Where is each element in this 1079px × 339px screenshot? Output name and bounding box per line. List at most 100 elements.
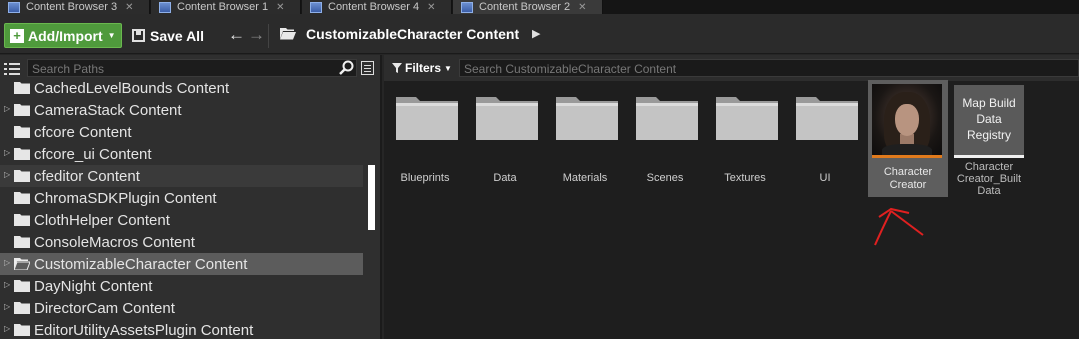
- expand-arrow-icon[interactable]: ▷: [4, 280, 10, 289]
- save-icon: [132, 29, 145, 42]
- tree-item-cfeditor[interactable]: ▷ cfeditor Content: [0, 165, 363, 187]
- folder-label: Data: [493, 172, 517, 184]
- folder-icon: [14, 192, 30, 204]
- search-assets-input[interactable]: [460, 61, 1078, 77]
- folder-label: Materials: [562, 172, 608, 184]
- folder-open-icon: [280, 28, 296, 40]
- tree-item-consolemacros[interactable]: ConsoleMacros Content: [0, 231, 363, 253]
- folder-icon: [396, 97, 458, 140]
- content-browser-icon: [310, 1, 322, 13]
- filters-button[interactable]: Filters ▼: [392, 61, 452, 75]
- search-paths-field[interactable]: [27, 59, 357, 77]
- filters-label: Filters: [405, 61, 442, 75]
- tree-item-label: ConsoleMacros Content: [34, 233, 195, 251]
- expand-arrow-icon[interactable]: ▷: [4, 104, 10, 113]
- expand-arrow-icon[interactable]: ▷: [4, 258, 10, 267]
- folder-icon: [14, 126, 30, 138]
- tab-content-browser-3[interactable]: Content Browser 3 ✕: [0, 0, 150, 14]
- close-icon[interactable]: ✕: [578, 2, 586, 13]
- tree-item-label: ChromaSDKPlugin Content: [34, 189, 217, 207]
- tree-item-cfcore[interactable]: cfcore Content: [0, 121, 363, 143]
- folder-label: Textures: [724, 172, 766, 184]
- tree-item-cachedlevelbounds[interactable]: CachedLevelBounds Content: [0, 77, 363, 99]
- folder-icon: [14, 280, 30, 292]
- content-browser-icon: [159, 1, 171, 13]
- tree-item-editorutilityassetsplugin[interactable]: ▷ EditorUtilityAssetsPlugin Content: [0, 319, 363, 339]
- tree-item-camerastack[interactable]: ▷ CameraStack Content: [0, 99, 363, 121]
- folder-icon: [636, 97, 698, 140]
- chevron-down-icon: ▼: [107, 31, 116, 40]
- map-build-thumbnail: Map Build Data Registry: [954, 85, 1024, 155]
- portrait-shirt: [882, 144, 932, 155]
- tree-item-chromasdkplugin[interactable]: ChromaSDKPlugin Content: [0, 187, 363, 209]
- folder-tile-textures[interactable]: Textures: [710, 85, 780, 205]
- tree-scrollbar[interactable]: [368, 165, 375, 230]
- asset-type-stripe: [872, 155, 942, 158]
- breadcrumb-path[interactable]: CustomizableCharacter Content: [306, 26, 519, 42]
- sources-toggle-icon[interactable]: [4, 63, 20, 75]
- folder-icon: [14, 214, 30, 226]
- thumbnail-text: Data: [976, 112, 1002, 126]
- folder-tile-materials[interactable]: Materials: [550, 85, 620, 205]
- folder-tree: CachedLevelBounds Content ▷ CameraStack …: [0, 77, 363, 339]
- tab-bar: Content Browser 3 ✕ Content Browser 1 ✕ …: [0, 0, 1079, 14]
- tab-content-browser-1[interactable]: Content Browser 1 ✕: [151, 0, 301, 14]
- folder-icon: [476, 97, 538, 140]
- forward-arrow-icon[interactable]: →: [248, 26, 265, 44]
- folder-tile-ui[interactable]: UI: [790, 85, 860, 205]
- asset-label: Character Creator: [868, 166, 948, 192]
- add-import-button[interactable]: + Add/Import ▼: [4, 23, 122, 48]
- tree-item-label: cfeditor Content: [34, 167, 140, 185]
- asset-tile-character-creator[interactable]: Character Creator: [868, 80, 948, 197]
- asset-label-line: Data: [977, 185, 1001, 197]
- folder-open-icon: [14, 258, 30, 270]
- search-assets-field[interactable]: [459, 59, 1079, 77]
- expand-arrow-icon[interactable]: ▷: [4, 302, 10, 311]
- tree-item-cfcore-ui[interactable]: ▷ cfcore_ui Content: [0, 143, 363, 165]
- tab-content-browser-2[interactable]: Content Browser 2 ✕: [453, 0, 603, 14]
- close-icon[interactable]: ✕: [427, 2, 435, 13]
- folder-label: Blueprints: [400, 172, 450, 184]
- folder-tile-scenes[interactable]: Scenes: [630, 85, 700, 205]
- search-icon[interactable]: [339, 60, 354, 75]
- filters-bar: Filters ▼: [384, 55, 1079, 81]
- folder-tile-data[interactable]: Data: [470, 85, 540, 205]
- folder-icon: [716, 97, 778, 140]
- asset-label-line: Character: [883, 166, 933, 178]
- asset-label-line: Creator_Built: [956, 173, 1022, 185]
- asset-tile-map-build-data[interactable]: Map Build Data Registry Character Creato…: [954, 85, 1024, 205]
- toolbar: + Add/Import ▼ Save All ← → Customizable…: [0, 14, 1079, 54]
- tree-item-label: cfcore_ui Content: [34, 145, 152, 163]
- expand-arrow-icon[interactable]: ▷: [4, 170, 10, 179]
- tab-label: Content Browser 2: [479, 1, 571, 13]
- save-all-label: Save All: [150, 27, 204, 44]
- folder-tile-blueprints[interactable]: Blueprints: [390, 85, 460, 205]
- folder-icon: [556, 97, 618, 140]
- asset-view-panel: Filters ▼ Blueprints Data: [384, 55, 1079, 339]
- tree-item-label: CustomizableCharacter Content: [34, 255, 248, 273]
- tab-label: Content Browser 4: [328, 1, 420, 13]
- folder-icon: [14, 170, 30, 182]
- tab-label: Content Browser 1: [177, 1, 269, 13]
- chevron-right-icon[interactable]: ▶: [532, 27, 540, 40]
- asset-label: Character Creator_Built Data: [949, 161, 1029, 197]
- back-arrow-icon[interactable]: ←: [228, 26, 245, 44]
- close-icon[interactable]: ✕: [125, 2, 133, 13]
- tree-item-daynight[interactable]: ▷ DayNight Content: [0, 275, 363, 297]
- expand-arrow-icon[interactable]: ▷: [4, 148, 10, 157]
- asset-label-line: Creator: [889, 179, 927, 191]
- search-paths-input[interactable]: [28, 61, 356, 77]
- view-options-icon[interactable]: [361, 61, 374, 75]
- tree-item-directorcam[interactable]: ▷ DirectorCam Content: [0, 297, 363, 319]
- save-all-button[interactable]: Save All: [132, 23, 204, 48]
- expand-arrow-icon[interactable]: ▷: [4, 324, 10, 333]
- tree-item-clothhelper[interactable]: ClothHelper Content: [0, 209, 363, 231]
- content-browser-icon: [8, 1, 20, 13]
- tab-label: Content Browser 3: [26, 1, 118, 13]
- asset-type-stripe: [954, 155, 1024, 158]
- tree-item-label: CameraStack Content: [34, 101, 182, 119]
- tab-content-browser-4[interactable]: Content Browser 4 ✕: [302, 0, 452, 14]
- tree-item-customizablecharacter[interactable]: ▷ CustomizableCharacter Content: [0, 253, 363, 275]
- asset-label-line: Character: [964, 161, 1014, 173]
- close-icon[interactable]: ✕: [276, 2, 284, 13]
